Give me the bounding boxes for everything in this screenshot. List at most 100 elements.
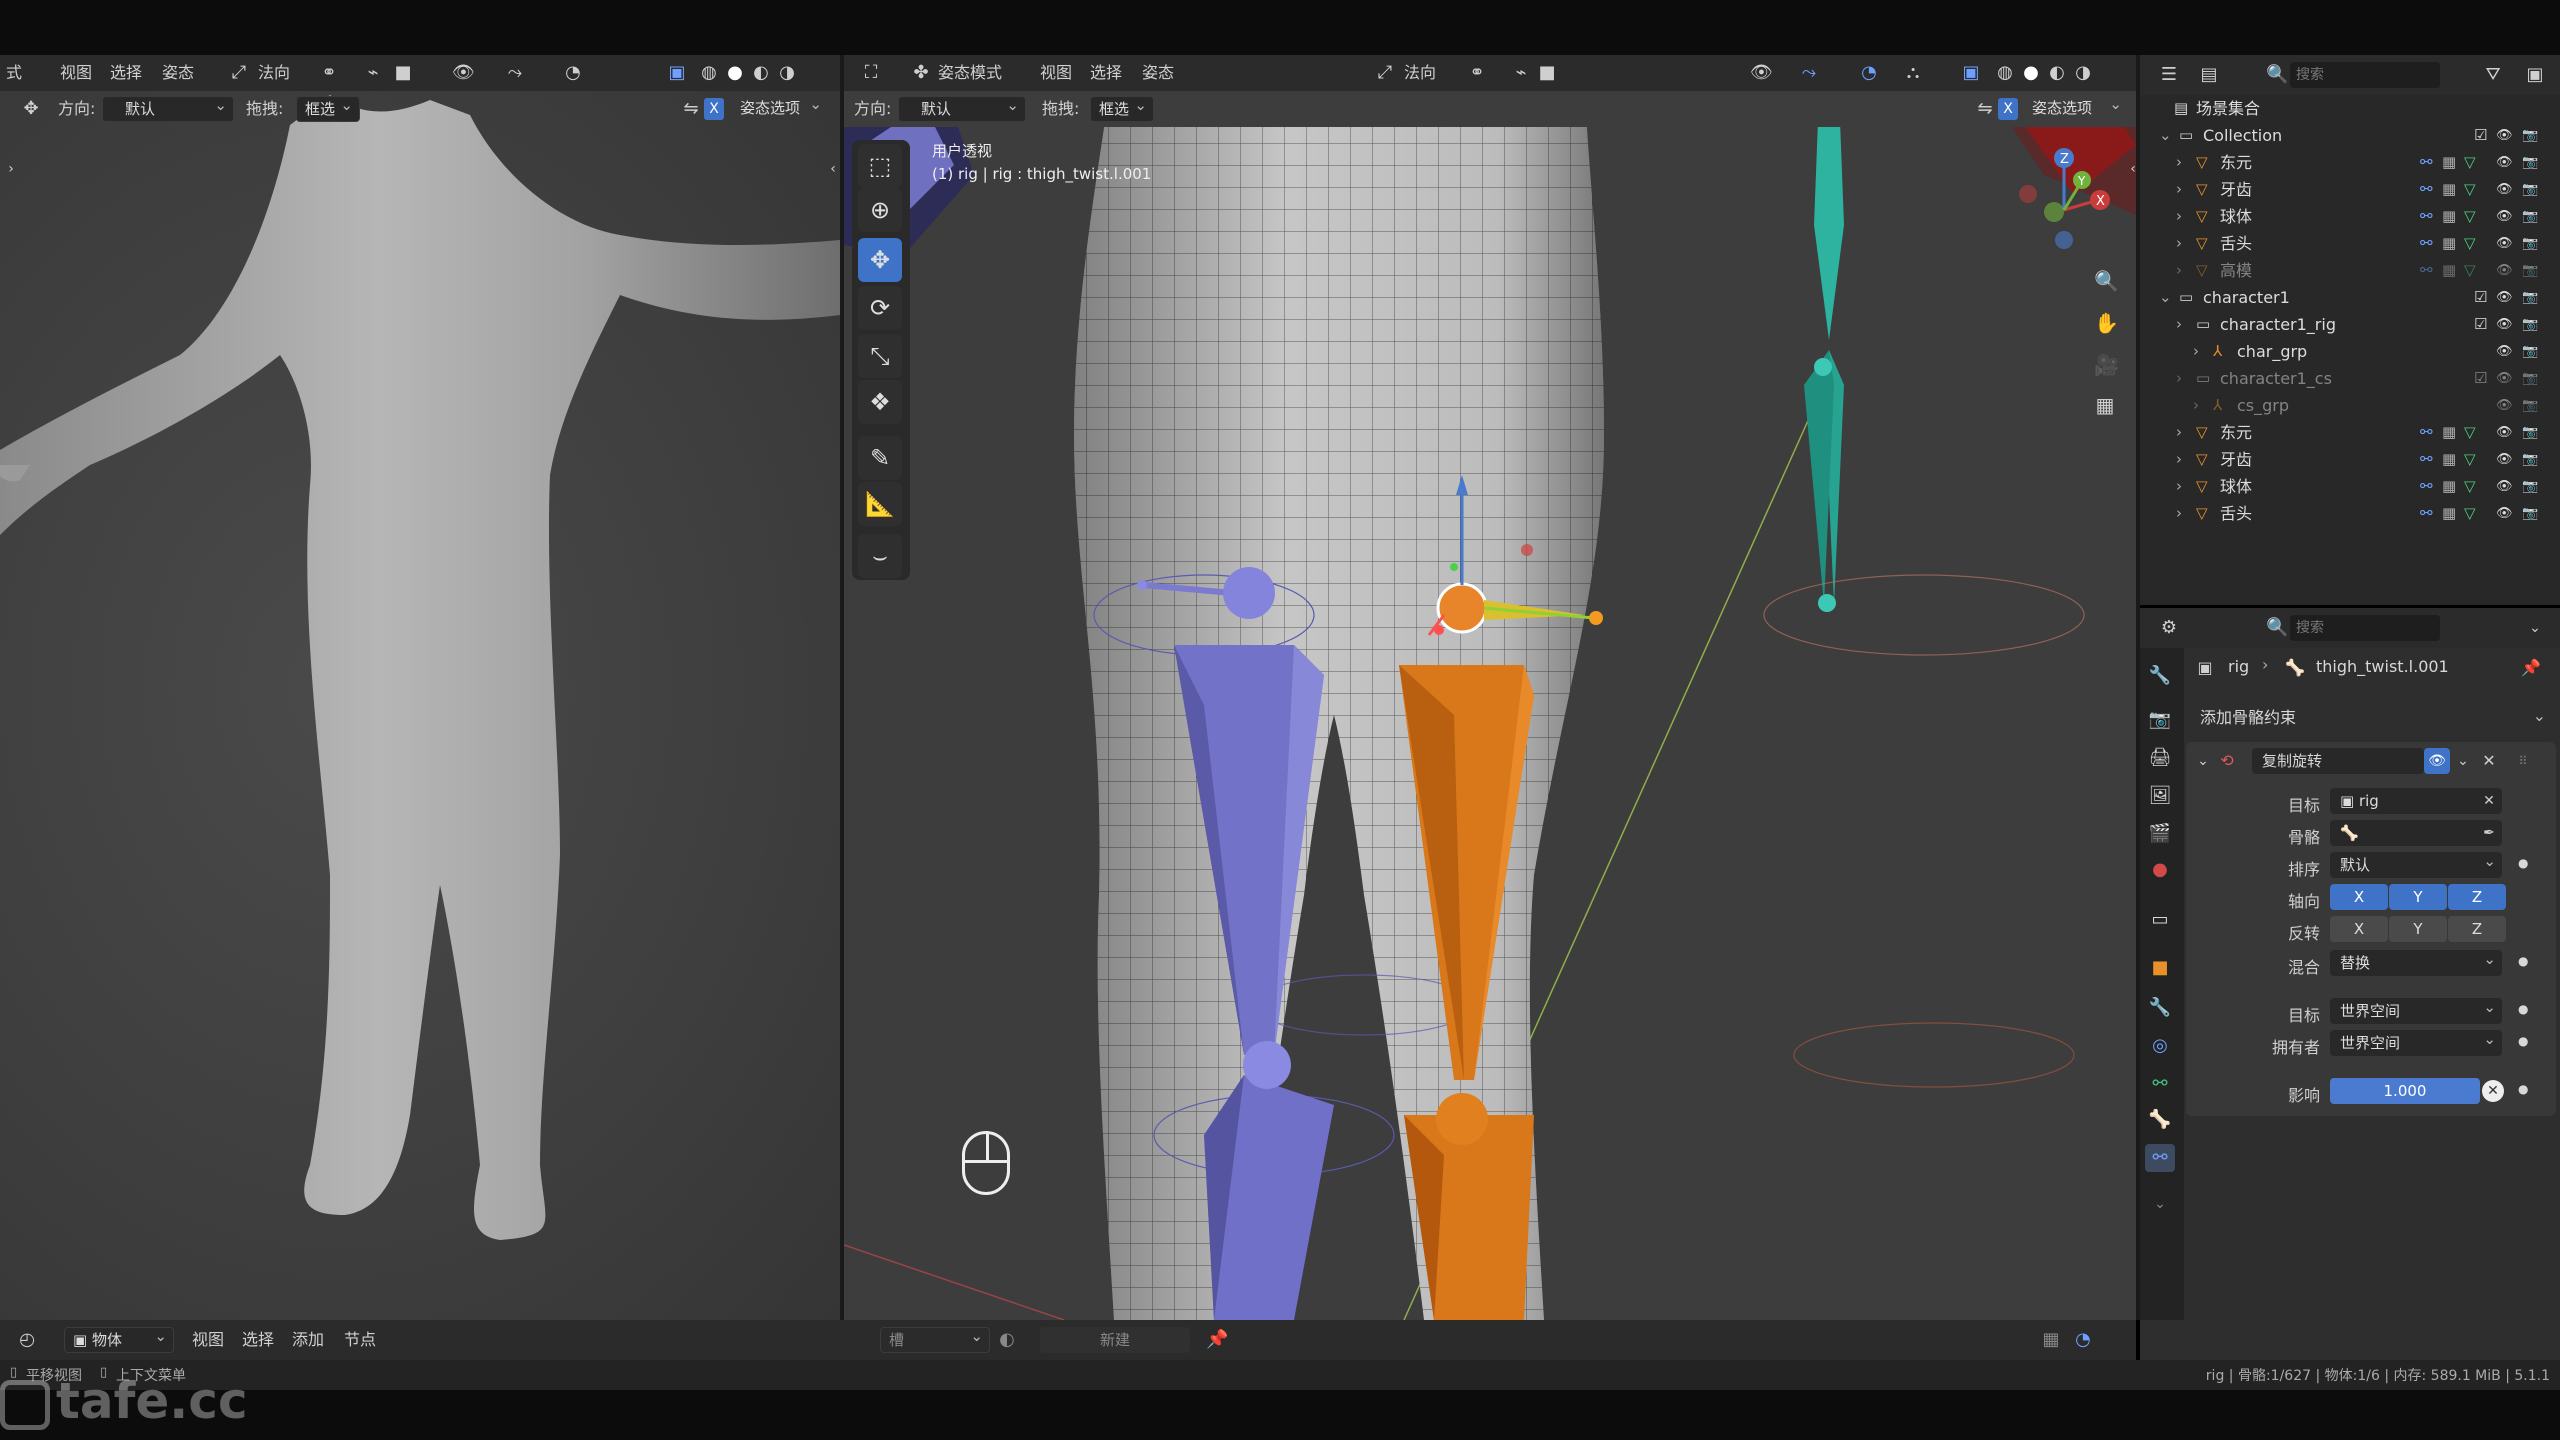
solid-shading-icon[interactable]: ● bbox=[2020, 62, 2042, 84]
collapse-arrow-icon[interactable]: › bbox=[2193, 338, 2199, 365]
transform-orientation-icon[interactable]: ⤢ bbox=[1374, 62, 1396, 84]
view-layer-tab[interactable]: 🖼 bbox=[2145, 782, 2175, 810]
invert-z-toggle[interactable]: Z bbox=[2448, 916, 2506, 942]
display-mode-icon[interactable]: ▤ bbox=[2198, 64, 2220, 86]
bone-field[interactable]: 🦴 bbox=[2330, 820, 2502, 846]
menu-select[interactable]: 选择 bbox=[1090, 55, 1122, 91]
menu-add[interactable]: 添加 bbox=[292, 1320, 324, 1360]
collection-tab[interactable]: ▭ bbox=[2145, 906, 2175, 934]
collapse-arrow-icon[interactable]: › bbox=[2176, 203, 2182, 230]
visibility-eye-icon[interactable]: 👁 bbox=[2496, 392, 2513, 419]
visibility-eye-icon[interactable]: 👁 bbox=[2496, 257, 2513, 284]
pan-hand-icon[interactable]: ✋ bbox=[2094, 312, 2119, 334]
render-camera-icon[interactable]: 📷 bbox=[2522, 122, 2538, 149]
exclude-checkbox[interactable]: ☑ bbox=[2474, 311, 2487, 338]
overlay-icon[interactable]: ◔ bbox=[562, 62, 584, 84]
collapse-arrow-icon[interactable]: › bbox=[2176, 149, 2182, 176]
output-tab[interactable]: 🖨 bbox=[2145, 744, 2175, 772]
mirror-x-toggle[interactable]: X bbox=[704, 98, 724, 120]
keyframe-dot[interactable]: ● bbox=[2518, 856, 2528, 870]
outliner-row[interactable]: › ▽ 球体 ⚯ ▦ ▽ 👁 📷 bbox=[2140, 203, 2560, 230]
visibility-eye-icon[interactable]: 👁 bbox=[2496, 365, 2513, 392]
disable-keep-icon[interactable]: ✕ bbox=[2482, 1080, 2504, 1102]
gizmo-icon[interactable]: ⤳ bbox=[504, 62, 526, 84]
shader-type-dropdown[interactable]: ▣ 物体 bbox=[64, 1324, 174, 1353]
properties-editor-icon[interactable]: ⚙ bbox=[2158, 617, 2180, 639]
collapse-arrow-icon[interactable]: › bbox=[2176, 500, 2182, 527]
outliner-row[interactable]: › ▽ 舌头 ⚯ ▦ ▽ 👁 📷 bbox=[2140, 500, 2560, 527]
left-viewport[interactable] bbox=[0, 55, 840, 1320]
scale-tool[interactable]: ⤡ bbox=[858, 334, 902, 378]
target-field[interactable]: ▣ rig bbox=[2330, 788, 2502, 814]
snap-icon[interactable]: ⌁ bbox=[1510, 62, 1532, 84]
tabs-more-icon[interactable]: ⌄ bbox=[2145, 1190, 2175, 1218]
outliner-row[interactable]: ⌄ ▭ character1 ☑ 👁 📷 bbox=[2140, 284, 2560, 311]
menu-mode-partial[interactable]: 式 bbox=[6, 55, 22, 91]
collapse-arrow-icon[interactable]: › bbox=[2176, 419, 2182, 446]
pose-options-dropdown[interactable]: 姿态选项 bbox=[2024, 92, 2128, 122]
constraint-enable-toggle[interactable]: 👁 bbox=[2424, 748, 2450, 774]
visibility-eye-icon[interactable]: 👁 bbox=[2496, 446, 2513, 473]
expand-arrow-icon[interactable]: ⌄ bbox=[2159, 122, 2172, 149]
collapse-arrow-icon[interactable]: › bbox=[2176, 230, 2182, 257]
outliner-row[interactable]: › ▽ 牙齿 ⚯ ▦ ▽ 👁 📷 bbox=[2140, 176, 2560, 203]
properties-search[interactable]: 搜索 bbox=[2290, 615, 2440, 641]
collapse-arrow-icon[interactable]: › bbox=[2176, 473, 2182, 500]
overlay-icon[interactable]: ◔ bbox=[1858, 62, 1880, 84]
target-space-dropdown[interactable]: 世界空间 ⌄ bbox=[2330, 998, 2502, 1024]
zoom-icon[interactable]: 🔍 bbox=[2094, 270, 2119, 292]
visibility-eye-icon[interactable]: 👁 bbox=[2496, 122, 2513, 149]
render-camera-icon[interactable]: 📷 bbox=[2522, 284, 2538, 311]
new-collection-icon[interactable]: ▣ bbox=[2524, 64, 2546, 86]
move-tool[interactable]: ✥ bbox=[858, 238, 902, 282]
wireframe-shading-icon[interactable]: ◍ bbox=[1994, 62, 2016, 84]
wireframe-shading-icon[interactable]: ◍ bbox=[698, 62, 720, 84]
visibility-eye-icon[interactable]: 👁 bbox=[2496, 230, 2513, 257]
menu-select[interactable]: 选择 bbox=[242, 1320, 274, 1360]
keyframe-dot[interactable]: ● bbox=[2518, 1034, 2528, 1048]
cursor-tool[interactable]: ⊕ bbox=[858, 188, 902, 232]
material-sphere-icon[interactable]: ◐ bbox=[996, 1329, 1018, 1351]
measure-tool[interactable]: 📐 bbox=[858, 482, 902, 526]
outliner-row[interactable]: › ▭ character1_cs ☑ 👁 📷 bbox=[2140, 365, 2560, 392]
exclude-checkbox[interactable]: ☑ bbox=[2474, 284, 2487, 311]
menu-pose[interactable]: 姿态 bbox=[162, 55, 194, 91]
slot-dropdown[interactable]: 槽 bbox=[880, 1324, 990, 1353]
menu-view[interactable]: 视图 bbox=[192, 1320, 224, 1360]
navigation-gizmo[interactable]: Z X Y bbox=[2010, 140, 2120, 250]
transform-orientation[interactable]: 法向 bbox=[258, 55, 290, 91]
scene-tab[interactable]: 🎬 bbox=[2145, 820, 2175, 848]
object-constraint-tab[interactable]: ⚯ bbox=[2145, 1070, 2175, 1098]
visibility-eye-icon[interactable]: 👁 bbox=[2496, 311, 2513, 338]
render-camera-icon[interactable]: 📷 bbox=[2522, 500, 2538, 527]
xray-icon[interactable]: ▣ bbox=[666, 62, 688, 84]
outliner-search[interactable]: 搜索 bbox=[2290, 62, 2440, 88]
influence-slider[interactable]: 1.000 bbox=[2330, 1078, 2480, 1104]
outliner-row[interactable]: › ▽ 东元 ⚯ ▦ ▽ 👁 📷 bbox=[2140, 419, 2560, 446]
drag-dropdown[interactable]: 框选 bbox=[1090, 93, 1154, 122]
render-tab[interactable]: 📷 bbox=[2145, 706, 2175, 734]
filter-icon[interactable]: ⛛ bbox=[2482, 64, 2504, 86]
render-camera-icon[interactable]: 📷 bbox=[2522, 311, 2538, 338]
exclude-checkbox[interactable]: ☑ bbox=[2474, 122, 2487, 149]
visibility-icon[interactable]: 👁 bbox=[452, 62, 475, 84]
outliner-row[interactable]: › ▽ 高模 ⚯ ▦ ▽ 👁 📷 bbox=[2140, 257, 2560, 284]
invert-x-toggle[interactable]: X bbox=[2330, 916, 2388, 942]
order-dropdown[interactable]: 默认 ⌄ bbox=[2330, 852, 2502, 878]
axis-x-toggle[interactable]: X bbox=[2330, 884, 2388, 910]
render-camera-icon[interactable]: 📷 bbox=[2522, 473, 2538, 500]
outliner-editor-icon[interactable]: ☰ bbox=[2158, 64, 2180, 86]
visibility-eye-icon[interactable]: 👁 bbox=[2496, 500, 2513, 527]
render-camera-icon[interactable]: 📷 bbox=[2522, 419, 2538, 446]
outliner-row[interactable]: › ▽ 球体 ⚯ ▦ ▽ 👁 📷 bbox=[2140, 473, 2560, 500]
object-tab[interactable]: ■ bbox=[2145, 954, 2175, 982]
constraint-menu-icon[interactable]: ⌄ bbox=[2452, 750, 2474, 772]
render-camera-icon[interactable]: 📷 bbox=[2522, 230, 2538, 257]
pose-mirror-icon[interactable]: ⇋ bbox=[1974, 98, 1996, 120]
visibility-eye-icon[interactable]: 👁 bbox=[2496, 176, 2513, 203]
world-tab[interactable]: ● bbox=[2145, 856, 2175, 884]
visibility-eye-icon[interactable]: 👁 bbox=[2496, 473, 2513, 500]
transform-tool[interactable]: ❖ bbox=[858, 380, 902, 424]
transform-orientation-icon[interactable]: ⤢ bbox=[228, 62, 250, 84]
mode-selector[interactable]: 姿态模式 bbox=[938, 55, 1002, 91]
